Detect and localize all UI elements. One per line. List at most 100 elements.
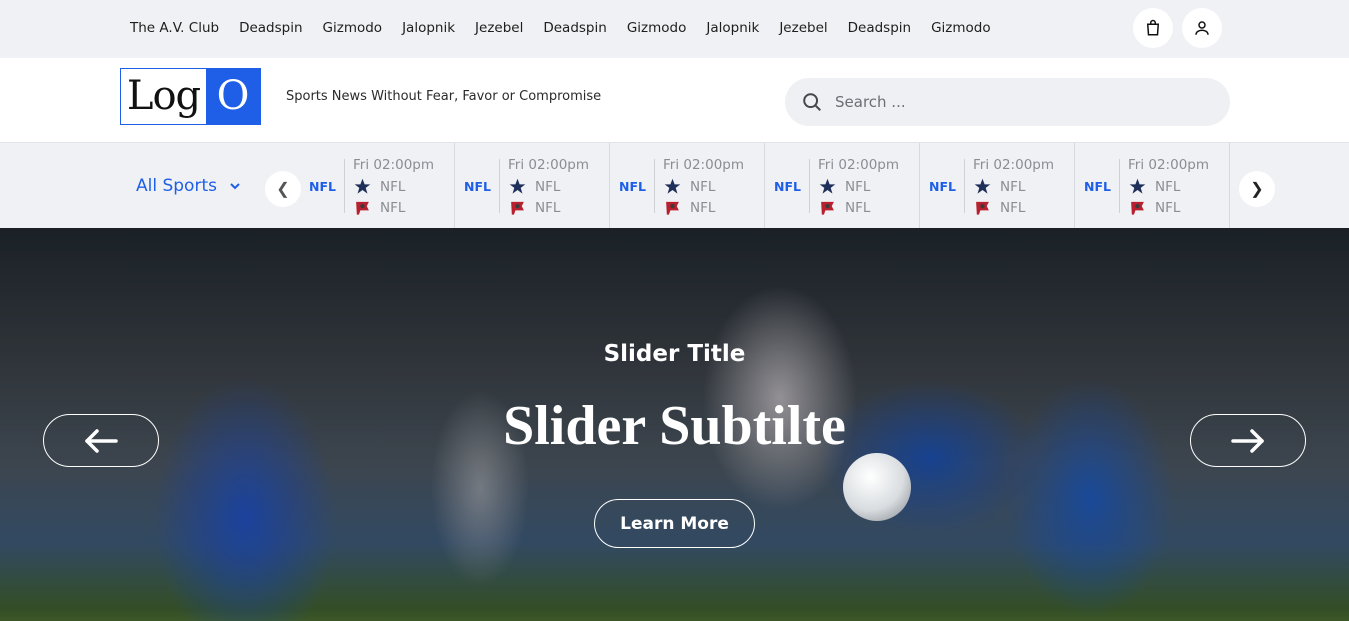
chevron-down-icon (230, 183, 240, 190)
network-link[interactable]: Jalopnik (402, 20, 455, 36)
game-divider (809, 159, 810, 213)
star-team-icon (819, 178, 836, 194)
game-team-name: NFL (1000, 199, 1026, 216)
game-card[interactable]: NFL Fri 02:00pm NFL NFL (920, 143, 1075, 228)
logo-text-right: O (206, 69, 260, 124)
network-link[interactable]: Gizmodo (323, 20, 383, 36)
slider-subtitle: Slider Subtilte (503, 395, 846, 457)
game-divider (344, 159, 345, 213)
star-team-icon (974, 178, 991, 194)
slider-title: Slider Title (603, 341, 746, 367)
game-team-away: NFL (1128, 199, 1180, 216)
game-team-home: NFL (508, 178, 560, 195)
game-team-name: NFL (845, 178, 871, 195)
game-league: NFL (1084, 179, 1111, 194)
game-divider (964, 159, 965, 213)
game-team-name: NFL (690, 178, 716, 195)
game-league: NFL (464, 179, 491, 194)
game-team-away: NFL (818, 199, 870, 216)
flag-team-icon (976, 201, 989, 215)
star-team-icon (509, 178, 526, 194)
game-card[interactable]: NFL Fri 02:00pm NFL NFL (765, 143, 920, 228)
star-team-icon (1129, 178, 1146, 194)
game-league: NFL (929, 179, 956, 194)
game-league: NFL (619, 179, 646, 194)
network-link[interactable]: Deadspin (848, 20, 911, 36)
chevron-right-icon: ❯ (1250, 181, 1264, 198)
game-team-name: NFL (845, 199, 871, 216)
slider-prev-button[interactable] (43, 414, 159, 467)
learn-more-button[interactable]: Learn More (594, 499, 755, 548)
star-team-icon (354, 178, 371, 194)
game-team-home: NFL (818, 178, 870, 195)
game-time: Fri 02:00pm (818, 157, 899, 173)
search-bar[interactable] (785, 78, 1230, 126)
arrow-right-icon (1231, 428, 1264, 453)
game-time: Fri 02:00pm (1128, 157, 1209, 173)
user-icon (1195, 21, 1209, 35)
scores-strip: All Sports ❮ NFL Fri 02:00pm NFL NFL NFL… (0, 143, 1349, 228)
game-team-home: NFL (663, 178, 715, 195)
game-time: Fri 02:00pm (973, 157, 1054, 173)
network-links: The A.V. Club Deadspin Gizmodo Jalopnik … (130, 20, 1011, 36)
game-team-name: NFL (380, 199, 406, 216)
game-time: Fri 02:00pm (663, 157, 744, 173)
star-team-icon (664, 178, 681, 194)
game-card[interactable]: NFL Fri 02:00pm NFL NFL (300, 143, 455, 228)
game-team-away: NFL (353, 199, 405, 216)
soccer-ball-image (843, 453, 911, 521)
game-team-name: NFL (535, 199, 561, 216)
chevron-left-icon: ❮ (276, 181, 290, 198)
game-divider (499, 159, 500, 213)
game-team-home: NFL (973, 178, 1025, 195)
site-logo[interactable]: Log O (120, 68, 261, 125)
game-card[interactable]: NFL Fri 02:00pm NFL NFL (455, 143, 610, 228)
network-link[interactable]: Jezebel (475, 20, 523, 36)
game-team-name: NFL (535, 178, 561, 195)
slider-next-button[interactable] (1190, 414, 1306, 467)
network-link[interactable]: The A.V. Club (130, 20, 219, 36)
search-input[interactable] (835, 93, 1195, 111)
game-league: NFL (774, 179, 801, 194)
game-divider (1119, 159, 1120, 213)
all-sports-dropdown[interactable]: All Sports (136, 176, 241, 196)
game-team-home: NFL (353, 178, 405, 195)
flag-team-icon (1131, 201, 1144, 215)
game-team-name: NFL (1155, 178, 1181, 195)
shopping-bag-icon (1146, 19, 1160, 36)
network-link[interactable]: Deadspin (239, 20, 302, 36)
flag-team-icon (356, 201, 369, 215)
game-team-away: NFL (973, 199, 1025, 216)
game-divider (654, 159, 655, 213)
game-time: Fri 02:00pm (508, 157, 589, 173)
flag-team-icon (666, 201, 679, 215)
cart-button[interactable] (1133, 8, 1173, 48)
game-card[interactable]: NFL Fri 02:00pm NFL NFL (1075, 143, 1230, 228)
hero-slider: Slider Title Slider Subtilte Learn More (0, 228, 1349, 621)
account-button[interactable] (1182, 8, 1222, 48)
logo-text-left: Log (126, 73, 201, 119)
game-team-home: NFL (1128, 178, 1180, 195)
game-team-name: NFL (1000, 178, 1026, 195)
network-link[interactable]: Gizmodo (627, 20, 687, 36)
network-link[interactable]: Gizmodo (931, 20, 991, 36)
game-team-away: NFL (508, 199, 560, 216)
flag-team-icon (821, 201, 834, 215)
scores-next-button[interactable]: ❯ (1239, 171, 1275, 207)
arrow-left-icon (85, 428, 118, 453)
network-link[interactable]: Jezebel (779, 20, 827, 36)
game-team-name: NFL (1155, 199, 1181, 216)
network-link[interactable]: Deadspin (543, 20, 606, 36)
network-link[interactable]: Jalopnik (706, 20, 759, 36)
game-card[interactable]: NFL Fri 02:00pm NFL NFL (610, 143, 765, 228)
game-team-name: NFL (690, 199, 716, 216)
site-tagline: Sports News Without Fear, Favor or Compr… (286, 89, 602, 104)
search-icon[interactable] (801, 91, 823, 113)
game-team-away: NFL (663, 199, 715, 216)
game-time: Fri 02:00pm (353, 157, 434, 173)
game-team-name: NFL (380, 178, 406, 195)
site-header: Log O Sports News Without Fear, Favor or… (0, 58, 1349, 143)
game-league: NFL (309, 179, 336, 194)
all-sports-label: All Sports (136, 176, 217, 196)
scores-prev-button[interactable]: ❮ (265, 171, 301, 207)
